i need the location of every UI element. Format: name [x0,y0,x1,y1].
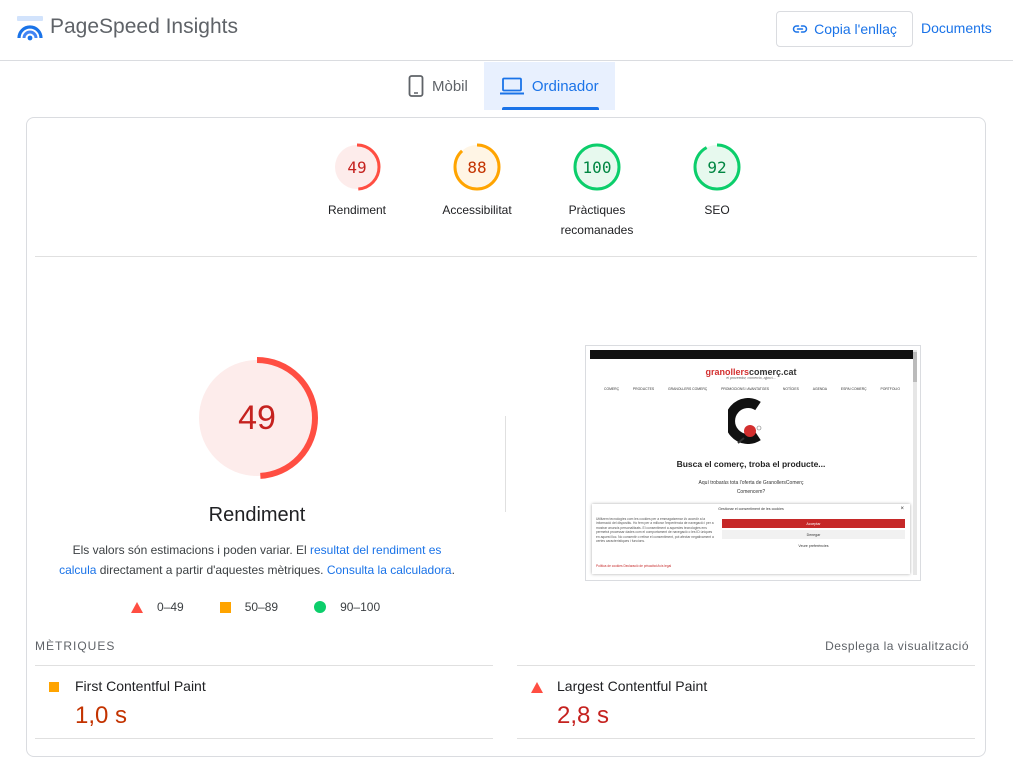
cookie-deny: Denegar [722,530,905,539]
gauge-seo[interactable]: 92 SEO [657,142,777,240]
report-card: 49 Rendiment 88 Accessibilitat 100 Pràct… [26,117,986,757]
gauge-ring: 49 [333,143,381,191]
screenshot-nav: COMERÇ PRODUCTES GRANOLLERS COMERÇ PROMOCIO… [604,387,900,391]
documents-link[interactable]: Documents [921,20,992,36]
metric-fcp: First Contentful Paint 1,0 s [35,665,493,739]
screenshot-subtext: Aquí trobaràs tota l'oferta de Granoller… [698,480,804,495]
tab-desktop[interactable]: Ordinador [483,62,615,110]
performance-score: 49 [238,399,276,437]
cookie-links: Política de cookies Declaració de privac… [596,564,672,568]
gauge-label: Rendiment [327,203,387,217]
performance-description: Els valors són estimacions i poden varia… [59,543,455,577]
legend-pass: 90–100 [314,600,380,614]
copy-link-label: Copia l'enllaç [814,21,897,37]
gauge-performance[interactable]: 49 Rendiment [297,142,417,240]
score-gauges: 49 Rendiment 88 Accessibilitat 100 Pràct… [297,142,777,240]
screenshot-topbar [590,350,913,359]
vertical-separator [505,416,506,512]
device-tabs: Mòbil Ordinador [392,62,615,110]
gauge-label: SEO [704,203,730,217]
triangle-icon [131,601,143,613]
gauge-score: 49 [347,158,366,177]
app-title[interactable]: PageSpeed Insights [50,15,238,39]
legend-range: 90–100 [340,600,381,614]
gauge-ring: 88 [453,143,501,191]
square-icon [49,682,59,692]
tab-mobile-label: Mòbil [432,77,468,95]
pagespeed-logo-icon[interactable] [16,14,44,42]
gauge-accessibility[interactable]: 88 Accessibilitat [417,142,537,240]
top-bar: PageSpeed Insights Copia l'enllaç Docume… [0,0,1013,61]
performance-gauge-large: 49 [196,357,318,479]
gauge-score: 92 [707,158,726,177]
gauge-ring: 100 [573,143,621,191]
tab-desktop-label: Ordinador [531,77,599,95]
gauge-best-practices[interactable]: 100 Pràctiques recomanades [537,142,657,240]
legend-fail: 0–49 [131,600,184,614]
gauge-score: 100 [583,158,612,177]
site-logo-icon [728,398,762,444]
screenshot-cookie-modal: Gestionar el consentiment de les cookies… [592,504,910,574]
copy-link-button[interactable]: Copia l'enllaç [776,11,913,47]
page-screenshot: granollerscomerç.cat el proveedor, comer… [585,345,921,581]
performance-title: Rendiment [208,504,306,526]
smartphone-icon [408,75,424,97]
square-icon [219,601,231,613]
laptop-icon [499,77,524,95]
expand-view-toggle[interactable]: Desplega la visualització [825,639,969,653]
metric-lcp: Largest Contentful Paint 2,8 s [517,665,975,739]
legend-range: 50–89 [244,600,279,614]
gauge-label: Accessibilitat [442,203,512,217]
metric-value: 2,8 s [557,702,610,729]
legend-range: 0–49 [157,600,184,614]
metric-name: First Contentful Paint [75,678,206,694]
link-icon [792,25,808,33]
close-icon: × [900,506,904,512]
triangle-icon [531,682,543,693]
metric-name: Largest Contentful Paint [557,678,708,694]
gauge-label: Pràctiques recomanades [560,203,634,237]
cookie-preferences: Veure preferències [722,541,905,550]
cookie-accept: Acceptar [722,519,905,528]
metric-value: 1,0 s [75,702,128,729]
cookie-modal-title: Gestionar el consentiment de les cookies [718,507,784,511]
gauge-score: 88 [467,158,486,177]
legend-average: 50–89 [219,600,279,614]
gauge-ring: 92 [693,143,741,191]
tab-mobile[interactable]: Mòbil [392,62,484,110]
metrics-heading: MÈTRIQUES [35,639,116,653]
screenshot-headline: Busca el comerç, troba el producte... [676,459,826,469]
screenshot-tagline: el proveedor, comercio, ajpoci... [726,376,776,380]
score-legend: 0–49 50–89 90–100 [131,600,380,614]
circle-icon [314,601,327,613]
calculator-link[interactable]: Consulta la calculadora [327,563,452,577]
section-divider [35,256,977,257]
cookie-modal-text: Utilitzem tecnologies com les cookies pe… [596,517,714,544]
